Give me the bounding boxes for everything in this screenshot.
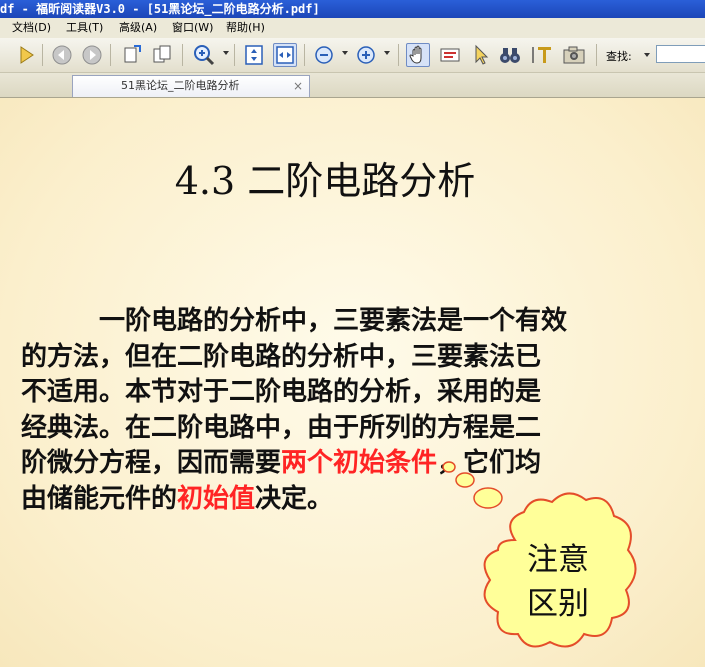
window-title: df - 福昕阅读器V3.0 - [51黑论坛_二阶电路分析.pdf]	[0, 2, 320, 16]
zoom-in-icon[interactable]	[192, 43, 216, 67]
select-text-icon[interactable]	[438, 43, 462, 67]
fit-width-icon[interactable]	[273, 43, 297, 67]
close-tab-icon[interactable]: ×	[293, 76, 303, 96]
zoom-dropdown-arrow[interactable]	[223, 51, 229, 55]
body-line-2: 的方法，但在二阶电路的分析中，三要素法已	[21, 341, 542, 372]
toolbar: 查找:	[0, 38, 705, 73]
body-line-4: 经典法。在二阶电路中，由于所列的方程是二	[21, 412, 542, 443]
highlight-two-initial-conditions: 两个初始条件	[281, 448, 438, 478]
menu-bar: 文档(D) 工具(T) 高级(A) 窗口(W) 帮助(H)	[0, 18, 705, 38]
binoculars-icon[interactable]	[498, 43, 522, 67]
document-tab[interactable]: 51黑论坛_二阶电路分析 ×	[72, 75, 310, 97]
find-input[interactable]	[656, 45, 705, 63]
toolbar-separator	[596, 44, 597, 66]
menu-advanced[interactable]: 高级(A)	[117, 18, 159, 38]
find-label: 查找:	[606, 50, 632, 63]
text-tool-icon[interactable]	[530, 43, 554, 67]
body-line-6-end: 决定。	[255, 483, 334, 514]
window-title-bar: df - 福昕阅读器V3.0 - [51黑论坛_二阶电路分析.pdf]	[0, 0, 705, 18]
zoom-out-dropdown-arrow[interactable]	[342, 51, 348, 55]
bubble-dot-large	[473, 487, 503, 509]
zoom-in-circle-icon[interactable]	[354, 43, 378, 67]
zoom-out-circle-icon[interactable]	[312, 43, 336, 67]
toolbar-separator	[42, 44, 43, 66]
back-icon[interactable]	[50, 43, 74, 67]
rotate-page-icon[interactable]	[120, 43, 144, 67]
fit-page-icon[interactable]	[242, 43, 266, 67]
toolbar-separator	[182, 44, 183, 66]
callout-line-2: 区别	[527, 586, 589, 622]
pointer-icon[interactable]	[468, 43, 492, 67]
toolbar-separator	[110, 44, 111, 66]
menu-document[interactable]: 文档(D)	[10, 18, 53, 38]
hand-tool-icon[interactable]	[406, 43, 430, 67]
body-line-5-start: 阶微分方程，因而需要	[21, 448, 282, 478]
zoom-in-dropdown-arrow[interactable]	[384, 51, 390, 55]
callout-text: 注意 区别	[527, 538, 607, 626]
toolbar-separator	[234, 44, 235, 66]
page-layout-icon[interactable]	[150, 43, 174, 67]
forward-icon[interactable]	[80, 43, 104, 67]
document-tab-label: 51黑论坛_二阶电路分析	[121, 79, 240, 92]
callout-line-1: 注意	[527, 542, 589, 578]
menu-window[interactable]: 窗口(W)	[170, 18, 215, 38]
menu-help[interactable]: 帮助(H)	[224, 18, 267, 38]
document-tab-strip: 51黑论坛_二阶电路分析 ×	[0, 73, 705, 98]
play-icon[interactable]	[14, 43, 38, 67]
body-line-3: 不适用。本节对于二阶电路的分析，采用的是	[21, 377, 542, 407]
menu-tools[interactable]: 工具(T)	[64, 18, 105, 38]
find-options-arrow[interactable]	[644, 53, 650, 57]
body-line-1: 一阶电路的分析中，三要素法是一个有效	[99, 306, 568, 336]
toolbar-separator	[398, 44, 399, 66]
bubble-dot-medium	[455, 472, 475, 488]
body-line-6-start: 由储能元件的	[21, 483, 178, 514]
bubble-dot-small	[442, 461, 456, 473]
snapshot-camera-icon[interactable]	[562, 43, 586, 67]
toolbar-separator	[304, 44, 305, 66]
highlight-initial-value: 初始值	[177, 483, 256, 514]
slide-heading: 4.3 二阶电路分析	[174, 159, 476, 203]
pdf-page[interactable]: 4.3 二阶电路分析 一阶电路的分析中，三要素法是一个有效 的方法，但在二阶电路…	[0, 98, 705, 667]
